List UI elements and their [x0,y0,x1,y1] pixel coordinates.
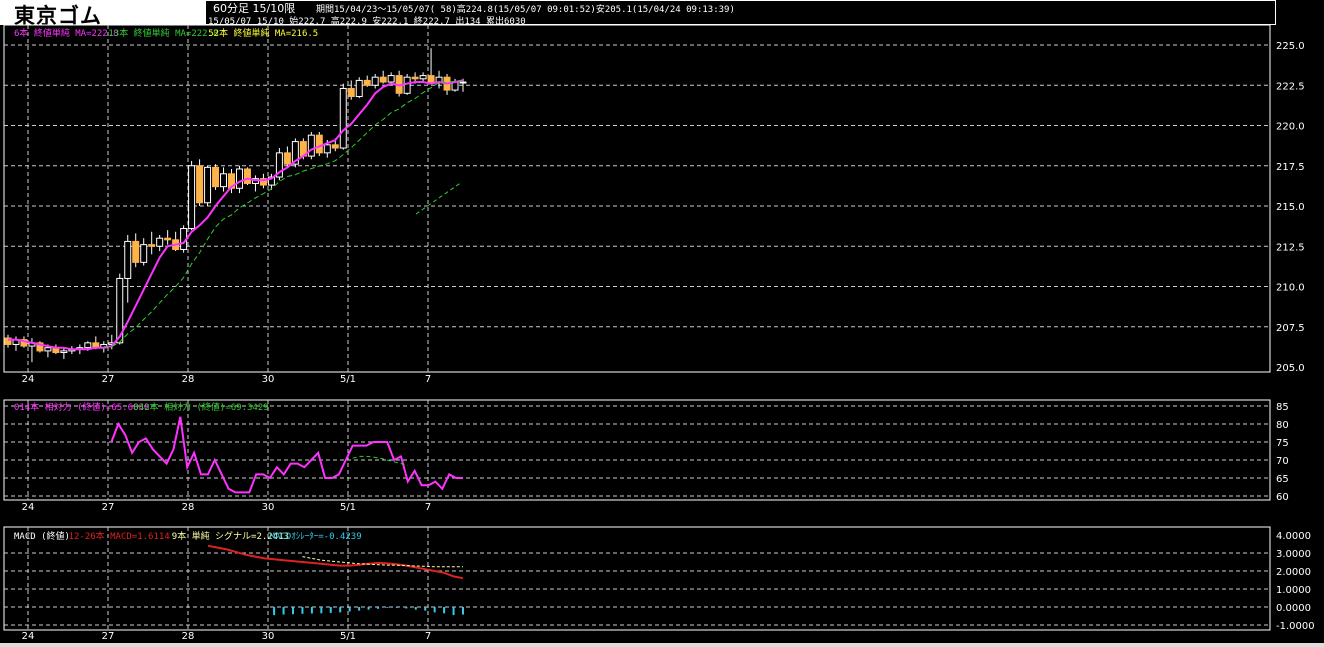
rsi-x-tick-label: 28 [182,502,195,513]
price-y-tick-label: 217.5 [1276,162,1305,173]
candle-body [347,87,355,98]
ma6-line [8,79,464,351]
bottom-bar [0,643,1324,647]
candle-body [188,165,196,230]
macd-y-tick-label: 3.0000 [1276,549,1311,560]
rsi-panel-frame [3,399,1271,501]
macd-x-tick-label: 27 [102,631,115,642]
macd-y-tick-label: 2.0000 [1276,567,1311,578]
candle-body [204,166,212,204]
candle-body [403,76,411,94]
candle-body [60,350,68,354]
candle-body [148,244,156,247]
candle-body [235,168,243,189]
candle-body [379,76,387,83]
candle-body [140,244,148,263]
rsi-legend-entry: 014本 相対力 (終値)=65.6836 [14,401,149,413]
candle-body [331,144,339,149]
candle-body [84,342,92,349]
macd-y-tick-label: 1.0000 [1276,585,1311,596]
candle-body [459,81,467,84]
rsi-x-tick-label: 5/1 [340,502,356,513]
macd-line [207,544,464,580]
rsi-y-tick-label: 70 [1276,456,1289,467]
chart-area: 225.0 222.5 220.0 217.5 215.0 212.5 210.0 207.5… [0,24,1324,647]
rsi-y-tick-label: 60 [1276,492,1289,503]
macd-y-tick-label: -1.0000 [1276,621,1315,632]
macd-x-tick-label: 30 [262,631,275,642]
candle-body [212,166,220,188]
price-y-tick-label: 225.0 [1276,41,1305,52]
candle-body [339,87,347,149]
macd-panel-frame [3,526,1271,631]
candle-body [156,237,164,247]
price-x-tick-label: 5/1 [340,374,356,385]
candle-body [196,165,204,204]
price-x-tick-label: 27 [102,374,115,385]
macd-legend-entry: MACDｵｼﾚｰﾀｰ=-0.4239 [270,531,362,542]
price-y-tick-label: 210.0 [1276,283,1305,294]
rsi14-line [110,416,463,494]
macd-y-tick-label: 4.0000 [1276,531,1311,542]
macd-x-tick-label: 28 [182,631,195,642]
price-legend-entry: 52本 終値単純 MA=216.5 [208,27,318,39]
candle-body [323,144,331,154]
candle-body [307,134,315,157]
candle-body [124,240,132,279]
price-y-tick-label: 215.0 [1276,202,1305,213]
candle-body [371,76,379,86]
macd-y-tick-label: 0.0000 [1276,603,1311,614]
rsi-x-tick-label: 30 [262,502,275,513]
price-x-tick-label: 30 [262,374,275,385]
rsi-y-tick-label: 80 [1276,420,1289,431]
candle-body [132,240,140,263]
candle-body [355,79,363,98]
candle-body [427,75,435,83]
price-x-tick-label: 7 [425,374,431,385]
price-y-tick-label: 220.0 [1276,122,1305,133]
price-legend-entry: 13本 終値単純 MA=222.8 [108,27,218,39]
price-x-tick-label: 24 [22,374,35,385]
candle-body [283,152,291,165]
rsi-y-tick-label: 85 [1276,402,1289,413]
candle-body [387,75,395,83]
price-x-tick-label: 28 [182,374,195,385]
macd-x-tick-label: 7 [425,631,431,642]
candle-body [315,134,323,154]
candle-body [44,347,52,352]
rsi-x-tick-label: 24 [22,502,35,513]
price-y-tick-label: 207.5 [1276,323,1305,334]
price-y-tick-label: 222.5 [1276,81,1305,92]
macd-legend-entry: 12-26本 MACD=1.6114 [69,530,170,542]
rsi-x-tick-label: 7 [425,502,431,513]
candle-body [363,79,371,86]
ma13-line [103,80,464,348]
macd-legend-entry: MACD (終値) [14,530,70,542]
macd-x-tick-label: 5/1 [340,631,356,642]
candle-body [411,76,419,80]
candle-body [419,75,427,80]
rsi-x-tick-label: 27 [102,502,115,513]
price-y-tick-label: 212.5 [1276,242,1305,253]
candle-body [164,237,172,241]
rsi-legend-entry: 042本 相対力 (終値)=69.3429 [133,401,268,413]
candle-body [243,168,251,184]
rsi-y-tick-label: 75 [1276,438,1289,449]
macd-x-tick-label: 24 [22,631,35,642]
price-y-tick-label: 205.0 [1276,363,1305,374]
price-legend-entry: 6本 終値単純 MA=222.8 [14,27,119,39]
ma52-line [415,181,463,215]
candle-body [220,173,228,188]
rsi-y-tick-label: 65 [1276,474,1289,485]
